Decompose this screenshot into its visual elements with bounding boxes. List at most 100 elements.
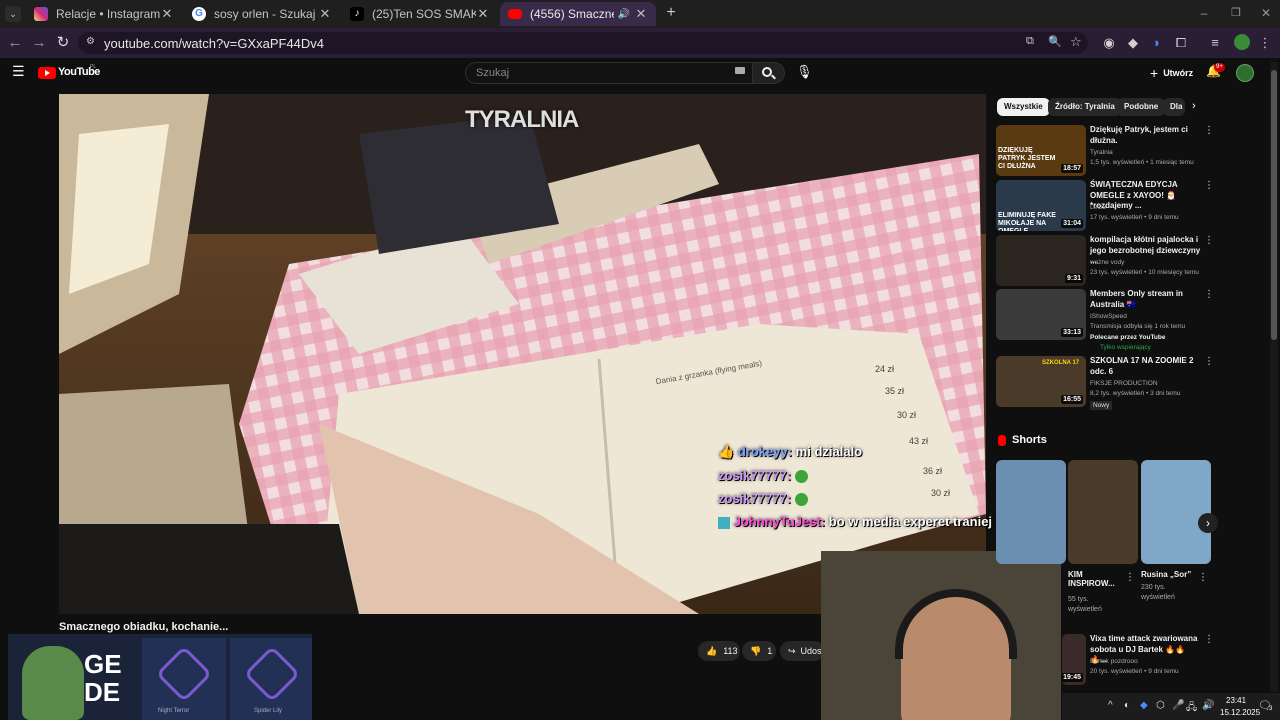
extension-icon[interactable]: ◉ <box>1100 34 1118 52</box>
close-tab-icon[interactable]: ✕ <box>160 6 174 22</box>
overlay-banner: GE DE Night Terror Spider Lily <box>8 634 312 720</box>
install-icon[interactable]: ⧉ <box>1026 35 1034 48</box>
browser-menu-icon[interactable]: ⋮ <box>1256 34 1274 52</box>
zoom-icon[interactable]: 🔍 <box>1048 35 1062 48</box>
chat-sep: : <box>820 514 826 529</box>
thumbnail-text: DZIĘKUJĘ PATRYK JESTEM CI DŁUŻNA <box>998 147 1056 170</box>
network-icon[interactable]: 🖧 <box>1186 700 1197 717</box>
recommended-video[interactable]: ELIMINUJĘ FAKE MIKOŁAJE NA OMEGLE 31:04 … <box>996 180 1214 232</box>
chevron-right-icon[interactable]: › <box>1192 100 1196 112</box>
browser-tab-bar: ⌄ Relacje • Instagram ✕ G sosy orlen - S… <box>0 0 1280 28</box>
recommended-video[interactable]: 19:45 Vixa time attack zwariowana sobota… <box>1062 634 1214 686</box>
short-thumbnail[interactable] <box>996 460 1066 564</box>
tab-instagram[interactable]: Relacje • Instagram ✕ <box>26 2 182 26</box>
reload-icon[interactable]: ↻ <box>54 34 72 52</box>
more-options-icon[interactable]: ⋮ <box>1125 572 1135 583</box>
chip-all[interactable]: Wszystkie <box>997 98 1050 116</box>
video-thumbnail[interactable]: 33:13 <box>996 289 1086 340</box>
more-options-icon[interactable]: ⋮ <box>1204 235 1214 246</box>
tab-list-button[interactable]: ⌄ <box>5 6 21 22</box>
close-tab-icon[interactable]: ✕ <box>318 6 332 22</box>
show-hidden-icons[interactable]: ^ <box>1108 700 1113 711</box>
like-button[interactable]: 👍 113 <box>698 641 740 661</box>
tray-app-icon[interactable]: ◆ <box>1140 700 1148 711</box>
chip-related[interactable]: Podobne <box>1117 98 1166 116</box>
tab-title: Relacje • Instagram <box>56 7 160 21</box>
speaker-icon[interactable]: 🔊 <box>618 9 630 20</box>
chip-source[interactable]: Źródło: Tyralnia <box>1048 98 1122 116</box>
search-icon-handle <box>771 74 776 80</box>
video-thumbnail[interactable]: ELIMINUJĘ FAKE MIKOŁAJE NA OMEGLE 31:04 <box>996 180 1086 231</box>
address-bar[interactable]: ⚙ youtube.com/watch?v=GXxaPF44Dv4 ⧉ 🔍 ☆ <box>78 32 1088 54</box>
hamburger-menu-icon[interactable]: ☰ <box>12 64 26 78</box>
clock-time[interactable]: 23:41 <box>1226 696 1246 705</box>
create-label: Utwórz <box>1163 68 1194 78</box>
more-options-icon[interactable]: ⋮ <box>1204 180 1214 191</box>
more-options-icon[interactable]: ⋮ <box>1204 125 1214 136</box>
extension-icon[interactable]: ◗ <box>1148 34 1166 52</box>
forward-icon[interactable]: → <box>30 34 48 52</box>
tab-tiktok[interactable]: ♪ (25)Ten SOS SMAKUJE jak KEN ✕ <box>342 2 498 26</box>
menu-price: 30 zł <box>931 488 951 498</box>
short-thumbnail[interactable] <box>1141 460 1211 564</box>
recommended-video[interactable]: SZKOLNA 17 16:55 SZKOLNA 17 NA ZOOMIE 2 … <box>996 356 1214 410</box>
new-tab-button[interactable]: + <box>662 4 680 22</box>
channel-name: Tyralnia <box>1090 149 1113 156</box>
notification-center-count: 3 <box>1269 706 1273 712</box>
video-title: SZKOLNA 17 NA ZOOMIE 2 odc. 6 <box>1090 356 1194 376</box>
reading-list-icon[interactable]: ≡ <box>1206 34 1224 52</box>
recommended-video[interactable]: 33:13 Members Only stream in Australia 🇦… <box>996 289 1214 351</box>
clock-date[interactable]: 15.12.2025 <box>1220 708 1260 717</box>
tray-app-icon[interactable]: ◐ <box>1124 700 1130 711</box>
minimize-icon[interactable]: – <box>1196 6 1212 22</box>
video-thumbnail[interactable]: DZIĘKUJĘ PATRYK JESTEM CI DŁUŻNA 18:57 <box>996 125 1086 176</box>
close-tab-icon[interactable]: ✕ <box>476 6 490 22</box>
video-thumbnail[interactable]: 9:31 <box>996 235 1086 286</box>
voice-search-icon[interactable]: 🎙 <box>796 64 813 82</box>
extensions-puzzle-icon[interactable]: ⧠ <box>1172 34 1190 52</box>
more-options-icon[interactable]: ⋮ <box>1204 289 1214 300</box>
chat-badge-icon <box>718 516 730 529</box>
chat-message: zosik77777: <box>718 468 808 484</box>
youtube-logo[interactable]: YouTube PL <box>38 64 100 80</box>
chip-for-you[interactable]: Dla <box>1163 98 1185 116</box>
maximize-icon[interactable]: ❐ <box>1228 6 1244 22</box>
video-player[interactable]: TYRALNIA Dania z grzanka (flying meals) … <box>59 94 986 614</box>
video-meta: 1,5 tys. wyświetleń • 1 miesiąc temu <box>1090 159 1194 166</box>
shorts-next-button[interactable]: › <box>1198 513 1218 533</box>
tray-app-icon[interactable]: ⬡ <box>1156 700 1165 711</box>
microphone-icon[interactable]: 🎤 <box>1172 700 1184 711</box>
chat-message: zosik77777: <box>718 491 808 507</box>
short-views: 55 tys. wyświetleń <box>1068 596 1102 613</box>
more-options-icon[interactable]: ⋮ <box>1204 634 1214 645</box>
more-options-icon[interactable]: ⋮ <box>1204 356 1214 367</box>
site-info-icon[interactable]: ⚙ <box>86 36 95 47</box>
tab-youtube[interactable]: (4556) Smacznego obiadk 🔊 ✕ <box>500 2 656 26</box>
create-button[interactable]: + Utwórz <box>1150 63 1194 83</box>
video-thumbnail[interactable]: SZKOLNA 17 16:55 <box>996 356 1086 407</box>
recommended-video[interactable]: DZIĘKUJĘ PATRYK JESTEM CI DŁUŻNA 18:57 D… <box>996 125 1214 177</box>
page-scrollbar[interactable] <box>1270 62 1278 692</box>
scrollbar-thumb[interactable] <box>1271 70 1277 340</box>
share-button[interactable]: ↪ Udostę <box>780 641 829 661</box>
account-avatar[interactable] <box>1236 64 1254 82</box>
keyboard-icon[interactable] <box>735 67 745 74</box>
close-tab-icon[interactable]: ✕ <box>634 6 648 22</box>
profile-avatar[interactable] <box>1234 34 1250 50</box>
short-thumbnail[interactable] <box>1068 460 1138 564</box>
channel-name: Bartek pozdrooo <box>1090 658 1138 665</box>
chat-sep: : <box>786 468 792 483</box>
dislike-button[interactable]: 👎 1 <box>742 641 776 661</box>
video-thumbnail[interactable]: 19:45 <box>1062 634 1086 685</box>
search-input[interactable]: Szukaj <box>465 62 753 84</box>
back-icon[interactable]: ← <box>6 34 24 52</box>
video-title: Members Only stream in Australia 🇦🇺 <box>1090 289 1183 309</box>
tab-google[interactable]: G sosy orlen - Szukaj w Google ✕ <box>184 2 340 26</box>
recommended-video[interactable]: 9:31 kompilacja kłótni pajalocka i jego … <box>996 235 1214 287</box>
close-window-icon[interactable]: ✕ <box>1258 6 1274 22</box>
more-options-icon[interactable]: ⋮ <box>1198 572 1208 583</box>
search-button[interactable] <box>753 62 785 84</box>
volume-icon[interactable]: 🔊 <box>1202 700 1214 711</box>
bookmark-star-icon[interactable]: ☆ <box>1070 34 1082 50</box>
extension-icon[interactable]: ◆ <box>1124 34 1142 52</box>
